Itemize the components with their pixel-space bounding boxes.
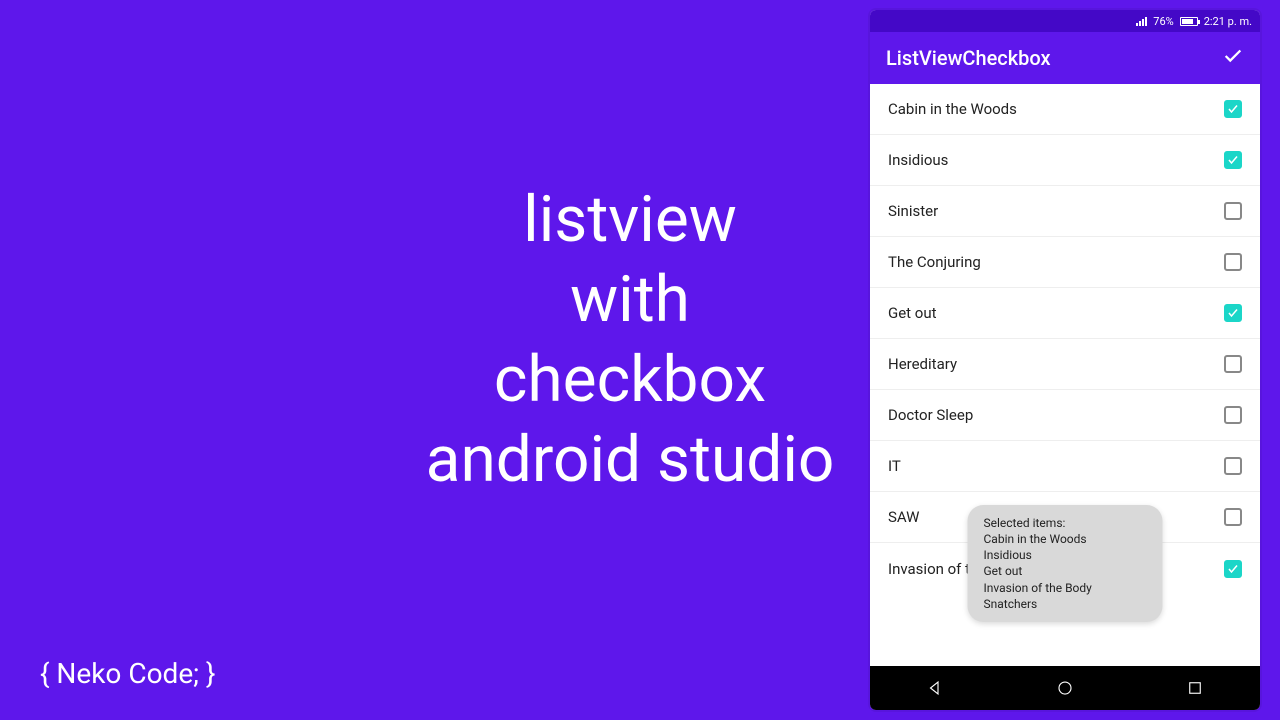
list-item-label: Hereditary xyxy=(888,355,957,373)
check-icon xyxy=(1222,45,1244,67)
check-icon xyxy=(1227,154,1239,166)
done-button[interactable] xyxy=(1222,45,1244,72)
list-item-label: IT xyxy=(888,457,901,475)
list-item-label: Insidious xyxy=(888,151,948,169)
check-icon xyxy=(1227,103,1239,115)
list-item-label: Cabin in the Woods xyxy=(888,100,1017,118)
square-recent-icon xyxy=(1186,679,1204,697)
checkbox[interactable] xyxy=(1224,406,1242,424)
nav-back-button[interactable] xyxy=(926,679,944,697)
slide-title: listview with checkbox android studio xyxy=(400,180,860,500)
check-icon xyxy=(1227,563,1239,575)
list-item-label: SAW xyxy=(888,508,920,526)
battery-percent: 76% xyxy=(1153,15,1173,28)
android-nav-bar xyxy=(870,666,1260,710)
list-item[interactable]: Insidious xyxy=(870,135,1260,186)
status-bar: 76% 2:21 p. m. xyxy=(870,10,1260,32)
status-time: 2:21 p. m. xyxy=(1204,15,1252,28)
checkbox[interactable] xyxy=(1224,355,1242,373)
list-item[interactable]: IT xyxy=(870,441,1260,492)
checkbox[interactable] xyxy=(1224,560,1242,578)
list-item[interactable]: The Conjuring xyxy=(870,237,1260,288)
checkbox[interactable] xyxy=(1224,202,1242,220)
phone-frame: 76% 2:21 p. m. ListViewCheckbox Cabin in… xyxy=(870,10,1260,710)
checkbox[interactable] xyxy=(1224,151,1242,169)
triangle-back-icon xyxy=(926,679,944,697)
checkbox[interactable] xyxy=(1224,100,1242,118)
list-item-label: The Conjuring xyxy=(888,253,981,271)
list-item-label: Doctor Sleep xyxy=(888,406,973,424)
nav-home-button[interactable] xyxy=(1056,679,1074,697)
signal-icon xyxy=(1136,17,1147,26)
checkbox[interactable] xyxy=(1224,508,1242,526)
nav-recent-button[interactable] xyxy=(1186,679,1204,697)
battery-icon xyxy=(1180,17,1198,26)
list-item[interactable]: Get out xyxy=(870,288,1260,339)
list-item[interactable]: Sinister xyxy=(870,186,1260,237)
list-item-label: Get out xyxy=(888,304,937,322)
app-bar: ListViewCheckbox xyxy=(870,32,1260,84)
check-icon xyxy=(1227,307,1239,319)
list-item-label: Sinister xyxy=(888,202,938,220)
app-title: ListViewCheckbox xyxy=(886,46,1051,70)
toast: Selected items: Cabin in the Woods Insid… xyxy=(968,505,1163,622)
checkbox[interactable] xyxy=(1224,253,1242,271)
checkbox[interactable] xyxy=(1224,457,1242,475)
circle-home-icon xyxy=(1056,679,1074,697)
list-item[interactable]: Cabin in the Woods xyxy=(870,84,1260,135)
list-item[interactable]: Doctor Sleep xyxy=(870,390,1260,441)
list-item[interactable]: Hereditary xyxy=(870,339,1260,390)
brand-label: { Neko Code; } xyxy=(40,657,216,690)
checkbox[interactable] xyxy=(1224,304,1242,322)
